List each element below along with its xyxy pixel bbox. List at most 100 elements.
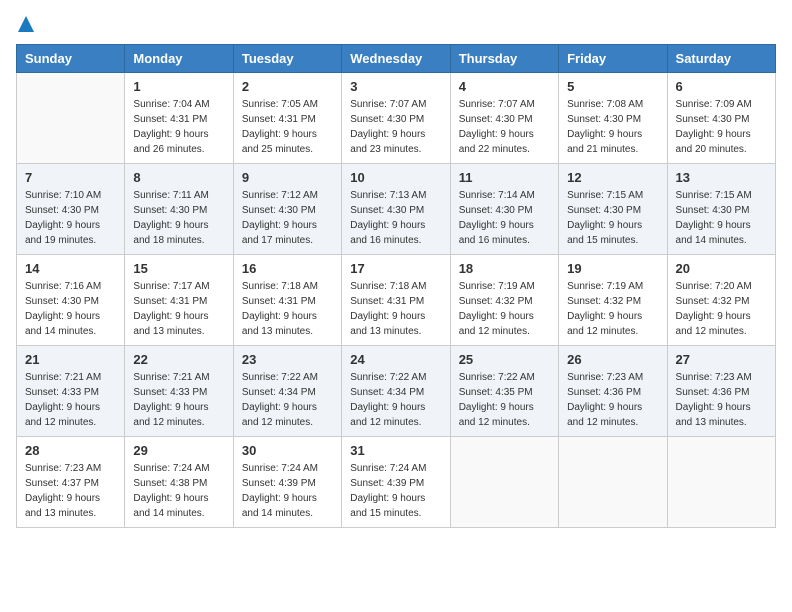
calendar-cell: 22Sunrise: 7:21 AMSunset: 4:33 PMDayligh…: [125, 346, 233, 437]
day-info: Sunrise: 7:14 AMSunset: 4:30 PMDaylight:…: [459, 188, 550, 248]
calendar-cell: 27 Sunrise: 7:23 AMSunset: 4:36 PMDayligh…: [667, 346, 775, 437]
day-info: Sunrise: 7:07 AMSunset: 4:30 PMDaylight:…: [350, 97, 441, 157]
day-number: 11: [459, 170, 550, 185]
day-number: 26: [567, 352, 658, 367]
day-info: Sunrise: 7:23 AMSunset: 4:37 PMDaylight:…: [25, 461, 116, 521]
day-info: Sunrise: 7:18 AMSunset: 4:31 PMDaylight:…: [350, 279, 441, 339]
calendar-cell: 16 Sunrise: 7:18 AMSunset: 4:31 PMDayligh…: [233, 255, 341, 346]
calendar-cell: 18 Sunrise: 7:19 AMSunset: 4:32 PMDayligh…: [450, 255, 558, 346]
day-number: 18: [459, 261, 550, 276]
day-number: 17: [350, 261, 441, 276]
day-number: 6: [676, 79, 767, 94]
calendar-cell: [667, 437, 775, 528]
calendar-cell: 3 Sunrise: 7:07 AMSunset: 4:30 PMDaylight…: [342, 73, 450, 164]
calendar-cell: 30Sunrise: 7:24 AMSunset: 4:39 PMDayligh…: [233, 437, 341, 528]
calendar-cell: 28 Sunrise: 7:23 AMSunset: 4:37 PMDayligh…: [17, 437, 125, 528]
day-number: 5: [567, 79, 658, 94]
calendar-week-row: 7 Sunrise: 7:10 AMSunset: 4:30 PMDaylight…: [17, 164, 776, 255]
calendar-cell: [17, 73, 125, 164]
day-number: 4: [459, 79, 550, 94]
calendar-week-row: 21 Sunrise: 7:21 AMSunset: 4:33 PMDayligh…: [17, 346, 776, 437]
day-number: 1: [133, 79, 224, 94]
day-info: Sunrise: 7:09 AMSunset: 4:30 PMDaylight:…: [676, 97, 767, 157]
day-number: 16: [242, 261, 333, 276]
weekday-header-friday: Friday: [559, 45, 667, 73]
day-info: Sunrise: 7:22 AMSunset: 4:34 PMDaylight:…: [242, 370, 333, 430]
day-info: Sunrise: 7:10 AMSunset: 4:30 PMDaylight:…: [25, 188, 116, 248]
day-info: Sunrise: 7:04 AMSunset: 4:31 PMDaylight:…: [133, 97, 224, 157]
calendar-week-row: 28 Sunrise: 7:23 AMSunset: 4:37 PMDayligh…: [17, 437, 776, 528]
day-info: Sunrise: 7:15 AMSunset: 4:30 PMDaylight:…: [676, 188, 767, 248]
calendar-cell: 12 Sunrise: 7:15 AMSunset: 4:30 PMDayligh…: [559, 164, 667, 255]
weekday-header-thursday: Thursday: [450, 45, 558, 73]
day-number: 25: [459, 352, 550, 367]
calendar-cell: [450, 437, 558, 528]
day-info: Sunrise: 7:17 AMSunset: 4:31 PMDaylight:…: [133, 279, 224, 339]
calendar-week-row: 1 Sunrise: 7:04 AMSunset: 4:31 PMDaylight…: [17, 73, 776, 164]
day-number: 13: [676, 170, 767, 185]
weekday-header-row: SundayMondayTuesdayWednesdayThursdayFrid…: [17, 45, 776, 73]
calendar-table: SundayMondayTuesdayWednesdayThursdayFrid…: [16, 44, 776, 528]
header: [16, 16, 776, 32]
calendar-cell: 5 Sunrise: 7:08 AMSunset: 4:30 PMDaylight…: [559, 73, 667, 164]
weekday-header-saturday: Saturday: [667, 45, 775, 73]
day-info: Sunrise: 7:15 AMSunset: 4:30 PMDaylight:…: [567, 188, 658, 248]
weekday-header-monday: Monday: [125, 45, 233, 73]
weekday-header-wednesday: Wednesday: [342, 45, 450, 73]
calendar-cell: 7 Sunrise: 7:10 AMSunset: 4:30 PMDaylight…: [17, 164, 125, 255]
calendar-cell: 9Sunrise: 7:12 AMSunset: 4:30 PMDaylight…: [233, 164, 341, 255]
day-info: Sunrise: 7:05 AMSunset: 4:31 PMDaylight:…: [242, 97, 333, 157]
day-info: Sunrise: 7:16 AMSunset: 4:30 PMDaylight:…: [25, 279, 116, 339]
calendar-cell: 6 Sunrise: 7:09 AMSunset: 4:30 PMDaylight…: [667, 73, 775, 164]
day-number: 21: [25, 352, 116, 367]
calendar-cell: 15Sunrise: 7:17 AMSunset: 4:31 PMDayligh…: [125, 255, 233, 346]
calendar-cell: 26 Sunrise: 7:23 AMSunset: 4:36 PMDayligh…: [559, 346, 667, 437]
calendar-cell: 31 Sunrise: 7:24 AMSunset: 4:39 PMDayligh…: [342, 437, 450, 528]
day-info: Sunrise: 7:19 AMSunset: 4:32 PMDaylight:…: [459, 279, 550, 339]
calendar-week-row: 14 Sunrise: 7:16 AMSunset: 4:30 PMDayligh…: [17, 255, 776, 346]
day-number: 10: [350, 170, 441, 185]
weekday-header-sunday: Sunday: [17, 45, 125, 73]
calendar-cell: 2 Sunrise: 7:05 AMSunset: 4:31 PMDaylight…: [233, 73, 341, 164]
day-info: Sunrise: 7:22 AMSunset: 4:35 PMDaylight:…: [459, 370, 550, 430]
calendar-cell: 11 Sunrise: 7:14 AMSunset: 4:30 PMDayligh…: [450, 164, 558, 255]
weekday-header-tuesday: Tuesday: [233, 45, 341, 73]
day-number: 12: [567, 170, 658, 185]
day-info: Sunrise: 7:08 AMSunset: 4:30 PMDaylight:…: [567, 97, 658, 157]
day-info: Sunrise: 7:11 AMSunset: 4:30 PMDaylight:…: [133, 188, 224, 248]
day-number: 9: [242, 170, 333, 185]
calendar-cell: 29 Sunrise: 7:24 AMSunset: 4:38 PMDayligh…: [125, 437, 233, 528]
day-number: 14: [25, 261, 116, 276]
day-info: Sunrise: 7:07 AMSunset: 4:30 PMDaylight:…: [459, 97, 550, 157]
day-info: Sunrise: 7:13 AMSunset: 4:30 PMDaylight:…: [350, 188, 441, 248]
day-info: Sunrise: 7:21 AMSunset: 4:33 PMDaylight:…: [133, 370, 224, 430]
day-info: Sunrise: 7:18 AMSunset: 4:31 PMDaylight:…: [242, 279, 333, 339]
calendar-cell: 23Sunrise: 7:22 AMSunset: 4:34 PMDayligh…: [233, 346, 341, 437]
calendar-cell: 10 Sunrise: 7:13 AMSunset: 4:30 PMDayligh…: [342, 164, 450, 255]
day-number: 28: [25, 443, 116, 458]
day-info: Sunrise: 7:23 AMSunset: 4:36 PMDaylight:…: [567, 370, 658, 430]
calendar-cell: 14 Sunrise: 7:16 AMSunset: 4:30 PMDayligh…: [17, 255, 125, 346]
day-number: 31: [350, 443, 441, 458]
calendar-cell: 4 Sunrise: 7:07 AMSunset: 4:30 PMDaylight…: [450, 73, 558, 164]
day-info: Sunrise: 7:23 AMSunset: 4:36 PMDaylight:…: [676, 370, 767, 430]
calendar-cell: 25 Sunrise: 7:22 AMSunset: 4:35 PMDayligh…: [450, 346, 558, 437]
day-info: Sunrise: 7:19 AMSunset: 4:32 PMDaylight:…: [567, 279, 658, 339]
calendar-cell: [559, 437, 667, 528]
day-info: Sunrise: 7:24 AMSunset: 4:39 PMDaylight:…: [350, 461, 441, 521]
day-number: 30: [242, 443, 333, 458]
day-number: 29: [133, 443, 224, 458]
day-number: 24: [350, 352, 441, 367]
day-number: 27: [676, 352, 767, 367]
day-info: Sunrise: 7:24 AMSunset: 4:38 PMDaylight:…: [133, 461, 224, 521]
calendar-cell: 24Sunrise: 7:22 AMSunset: 4:34 PMDayligh…: [342, 346, 450, 437]
calendar-cell: 8Sunrise: 7:11 AMSunset: 4:30 PMDaylight…: [125, 164, 233, 255]
day-number: 7: [25, 170, 116, 185]
calendar-cell: 21Sunrise: 7:21 AMSunset: 4:33 PMDayligh…: [17, 346, 125, 437]
calendar-cell: 17 Sunrise: 7:18 AMSunset: 4:31 PMDayligh…: [342, 255, 450, 346]
day-number: 20: [676, 261, 767, 276]
day-number: 2: [242, 79, 333, 94]
logo-triangle-icon: [18, 16, 34, 32]
logo: [16, 16, 34, 32]
day-number: 3: [350, 79, 441, 94]
